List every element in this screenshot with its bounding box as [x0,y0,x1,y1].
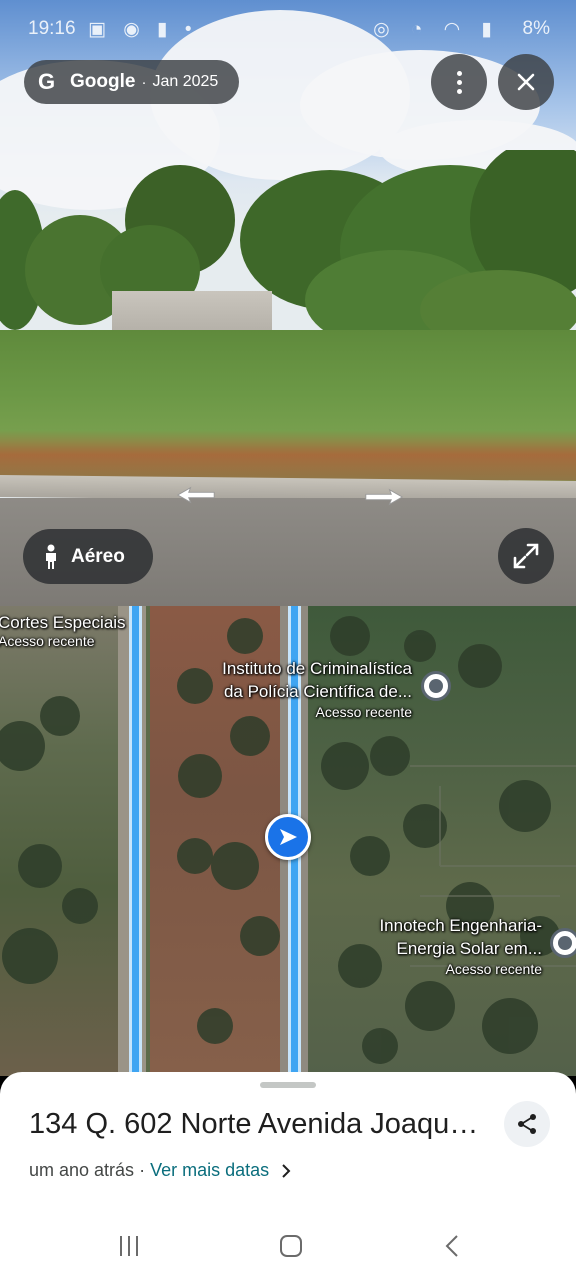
current-location-marker[interactable] [265,814,311,860]
system-navigation-bar [0,1228,576,1280]
more-options-button[interactable] [431,54,487,110]
dirt-strip [0,430,576,480]
person-icon [46,544,56,569]
status-time: 19:16 [28,18,76,39]
street-view-panorama[interactable]: 19:16 ▣ ◉ ▮ • ◎ ◔ ◠ ▮ 8% G Google · Jan … [0,0,576,606]
separator: · [141,73,147,91]
expand-button[interactable] [498,528,554,584]
navigate-left-arrow-icon[interactable] [176,486,216,504]
imagery-source-chip[interactable]: G Google · Jan 2025 [24,60,239,104]
share-icon [518,1114,536,1134]
place-pin-icon[interactable] [421,671,451,701]
place-subtitle: Acesso recente [315,704,413,720]
drag-handle[interactable] [260,1082,316,1088]
place-subtitle: Acesso recente [445,961,543,977]
satellite-map[interactable]: Cortes Especiais Acesso recente Institut… [0,606,576,1076]
lab-icon [429,679,443,693]
concrete-wall [112,291,272,333]
direction-arrow-icon [280,829,297,845]
recent-apps-icon[interactable] [117,1234,141,1258]
place-title-line1: Instituto de Criminalística [222,659,412,678]
place-label-instituto[interactable]: Instituto de Criminalística da Polícia C… [190,657,412,724]
place-label-cortes-especiais[interactable]: Cortes Especiais Acesso recente [0,611,126,653]
place-title-line1: Innotech Engenharia- [379,916,542,935]
chevron-right-icon[interactable] [281,1163,291,1179]
capture-dates-row: um ano atrás · Ver mais datas [29,1160,291,1181]
provider-name: Google [70,71,136,92]
aerial-label: Aéreo [71,545,125,567]
expand-icon [513,543,539,569]
capture-age: um ano atrás [29,1160,135,1180]
google-g-icon: G [38,69,56,94]
notification-icons: ▣ ◉ ▮ • [88,19,198,40]
battery-level: 8% [522,18,550,39]
back-icon[interactable] [442,1234,462,1258]
place-label-innotech[interactable]: Innotech Engenharia- Energia Solar em...… [352,914,542,981]
capture-date: Jan 2025 [152,73,219,90]
separator: · [139,1160,146,1180]
close-icon [517,73,535,91]
address-title: 134 Q. 602 Norte Avenida Joaquim Teotôni… [29,1108,479,1140]
bottom-sheet[interactable]: 134 Q. 602 Norte Avenida Joaquim Teotôni… [0,1072,576,1280]
see-more-dates-link[interactable]: Ver mais datas [150,1160,269,1181]
place-title-line2: da Polícia Científica de... [223,682,412,701]
status-bar: 19:16 ▣ ◉ ▮ • ◎ ◔ ◠ ▮ 8% [0,0,576,58]
share-button[interactable] [504,1101,550,1147]
navigate-right-arrow-icon[interactable] [364,488,404,506]
close-button[interactable] [498,54,554,110]
pin-dot-icon [558,936,572,950]
system-icons: ◎ ◔ ◠ ▮ [373,19,500,40]
tree-line [0,150,576,350]
place-pin-icon[interactable] [550,928,576,958]
home-icon[interactable] [279,1234,303,1258]
route-line-left [129,606,142,1076]
place-title-line2: Energia Solar em... [396,939,542,958]
more-vert-icon [456,70,462,94]
aerial-view-button[interactable]: Aéreo [23,529,153,584]
